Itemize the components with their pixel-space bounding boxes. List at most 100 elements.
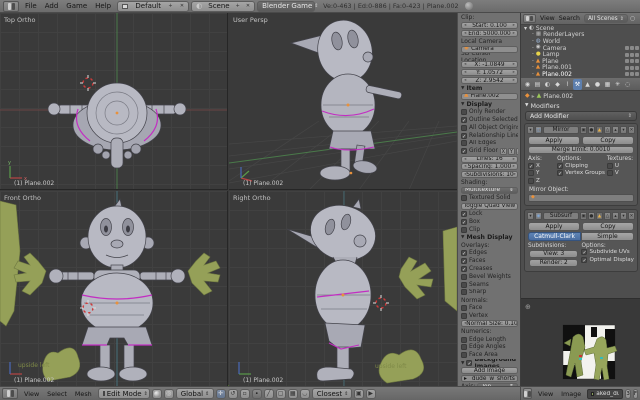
checkbox-grid-floor[interactable]: ✓ xyxy=(461,148,467,154)
checkbox[interactable]: ✓ xyxy=(557,163,563,169)
decrement-icon[interactable]: ◂ xyxy=(464,31,466,36)
move-down-icon[interactable]: ▾ xyxy=(620,212,627,220)
checkbox-faces[interactable]: ✓ xyxy=(461,258,467,264)
modifier-expand-icon[interactable]: ▾ xyxy=(527,126,534,134)
snap-magnet-button[interactable]: ◡ xyxy=(300,389,310,399)
checkbox-vertex[interactable] xyxy=(461,313,467,319)
properties-tab-scene-icon[interactable]: ▤ xyxy=(533,79,542,90)
properties-tab-mesh-data-icon[interactable]: ▲ xyxy=(583,79,592,90)
render-toggle-icon[interactable] xyxy=(635,72,639,76)
add-modifier-dropdown[interactable]: Add Modifier ⇕ xyxy=(525,111,637,121)
eye-toggle-icon[interactable] xyxy=(625,59,629,63)
button-toggle-quad-view[interactable]: Toggle Quad View xyxy=(461,203,518,210)
opengl-render-anim-button[interactable]: ▶ xyxy=(366,389,376,399)
expand-icon[interactable]: ▸ xyxy=(464,376,467,382)
screen-add-icon[interactable]: + xyxy=(168,3,172,9)
panel-checkbox[interactable]: ✓ xyxy=(466,360,472,366)
outliner-menu-search[interactable]: Search xyxy=(557,15,582,22)
checkbox-lock[interactable]: ✓ xyxy=(461,211,467,217)
cage-toggle-icon[interactable]: △ xyxy=(604,212,611,220)
render-engine-selector[interactable]: Blender Game ⇕ xyxy=(257,1,315,12)
panel-collapse-icon[interactable]: ▼ xyxy=(461,102,464,107)
transform-orientation-selector[interactable]: Global ⇕ xyxy=(176,388,214,399)
select-toggle-icon[interactable] xyxy=(630,66,634,70)
info-menu-add[interactable]: Add xyxy=(41,2,63,10)
decrement-icon[interactable]: ◂ xyxy=(464,157,466,162)
checkbox[interactable] xyxy=(607,170,613,176)
manipulator-scale-button[interactable]: ▫ xyxy=(240,389,250,399)
editor-type-button[interactable] xyxy=(523,14,536,23)
outliner-menu-view[interactable]: View xyxy=(538,15,557,22)
view3d-menu-select[interactable]: Select xyxy=(43,390,71,398)
face-select-button[interactable]: ▢ xyxy=(276,389,286,399)
merge-limit-field[interactable]: Merge Limit: 0.0010 xyxy=(528,146,634,154)
image-users-button[interactable]: 3 xyxy=(625,389,631,399)
editor-type-button[interactable] xyxy=(3,1,19,12)
properties-tab-texture-icon[interactable]: ▦ xyxy=(603,79,612,90)
increment-icon[interactable]: ▸ xyxy=(513,157,515,162)
modifiers-panel-header[interactable]: ▼ Modifiers xyxy=(521,101,640,110)
render-toggle-icon[interactable] xyxy=(635,59,639,63)
checkbox-outline-selected[interactable]: ✓ xyxy=(461,117,467,123)
checkbox-edge-length[interactable] xyxy=(461,337,467,343)
render-toggle-icon[interactable]: ▣ xyxy=(580,126,587,134)
checkbox-relationship-lines[interactable]: ✓ xyxy=(461,133,467,139)
checkbox-edge-angles[interactable] xyxy=(461,344,467,350)
checkbox-all-object-origins[interactable] xyxy=(461,125,467,131)
decrement-icon[interactable]: ◂ xyxy=(464,78,466,83)
scene-selector[interactable]: ◐ Scene + ✕ xyxy=(191,1,255,12)
viewport-front-ortho[interactable]: upside left xyxy=(0,191,228,386)
checkbox-all-edges[interactable] xyxy=(461,140,467,146)
increment-icon[interactable]: ▸ xyxy=(513,78,515,83)
checkbox-face-area[interactable] xyxy=(461,352,467,358)
render-subdivisions-field[interactable]: Render: 2 xyxy=(529,259,578,267)
edge-select-button[interactable]: ╱ xyxy=(264,389,274,399)
viewport-right-ortho[interactable]: upside left xyxy=(229,191,457,386)
editor-type-button[interactable] xyxy=(2,388,18,399)
outliner-item-plane-002[interactable]: ·▲Plane.002 xyxy=(521,71,640,78)
checkbox-bevel-weights[interactable] xyxy=(461,274,467,280)
screen-close-icon[interactable]: ✕ xyxy=(180,3,184,9)
mirror-option-vertex-groups[interactable]: ✓Vertex Groups xyxy=(557,170,605,178)
mirror-option-y[interactable]: Y xyxy=(528,170,555,178)
checkbox-face[interactable] xyxy=(461,305,467,311)
increment-icon[interactable]: ▸ xyxy=(513,31,515,36)
properties-tab-object-icon[interactable]: ◆ xyxy=(553,79,562,90)
apply-button[interactable]: Apply xyxy=(528,222,580,231)
properties-tab-physics-icon[interactable]: ◌ xyxy=(623,79,632,90)
eye-toggle-icon[interactable] xyxy=(625,72,629,76)
move-up-icon[interactable]: ▴ xyxy=(612,212,619,220)
catmull-clark-button[interactable]: Catmull-Clark xyxy=(528,232,581,241)
info-menu-help[interactable]: Help xyxy=(91,2,115,10)
panel-collapse-icon[interactable]: ▼ xyxy=(461,361,464,366)
expand-icon[interactable]: ▾ xyxy=(524,25,527,32)
increment-icon[interactable]: ▸ xyxy=(513,70,515,75)
search-icon[interactable]: ○⁠­ xyxy=(630,16,637,22)
simple-button[interactable]: Simple xyxy=(581,232,634,241)
view-subdivisions-field[interactable]: View: 3 xyxy=(529,250,578,258)
limit-selection-visible-button[interactable]: ▦ xyxy=(288,389,298,399)
field-plane-002[interactable]: ▲Plane.002 xyxy=(461,93,518,100)
properties-tab-render-icon[interactable]: ◉ xyxy=(523,79,532,90)
render-toggle-icon[interactable]: ▣ xyxy=(580,212,587,220)
properties-tab-material-icon[interactable]: ● xyxy=(593,79,602,90)
render-toggle-icon[interactable] xyxy=(635,46,639,50)
number-field-subdivisions-10[interactable]: ◂Subdivisions: 10▸ xyxy=(461,171,518,178)
panel-collapse-icon[interactable]: ▼ xyxy=(461,235,464,240)
snap-element-selector[interactable]: Closest ⇕ xyxy=(312,388,352,399)
checkbox-edges[interactable]: ✓ xyxy=(461,250,467,256)
viewport-shading-selector[interactable] xyxy=(152,389,162,399)
view3d-menu-view[interactable]: View xyxy=(20,390,43,398)
number-field-y-1-0572[interactable]: ◂Y: 1.0572▸ xyxy=(461,69,518,76)
mode-selector[interactable]: Edit Mode ⇕ xyxy=(98,388,150,399)
select-toggle-icon[interactable] xyxy=(630,53,634,57)
dropdown-multitexture[interactable]: Multitexture⇕ xyxy=(461,187,518,194)
eye-toggle-icon[interactable]: ● xyxy=(588,126,595,134)
number-field-normal-size-0-10[interactable]: ◂Normal Size: 0.10▸ xyxy=(461,320,518,327)
outliner-item-lamp[interactable]: ·●Lamp xyxy=(521,51,640,58)
apply-button[interactable]: Apply xyxy=(528,136,580,145)
axis-toggle-z[interactable]: Z xyxy=(516,148,518,155)
manipulator-translate-button[interactable]: ✛ xyxy=(216,389,226,399)
number-field-end-5000-000[interactable]: ◂End: 5000.000▸ xyxy=(461,30,518,37)
field-camera[interactable]: ◉Camera xyxy=(461,46,518,53)
